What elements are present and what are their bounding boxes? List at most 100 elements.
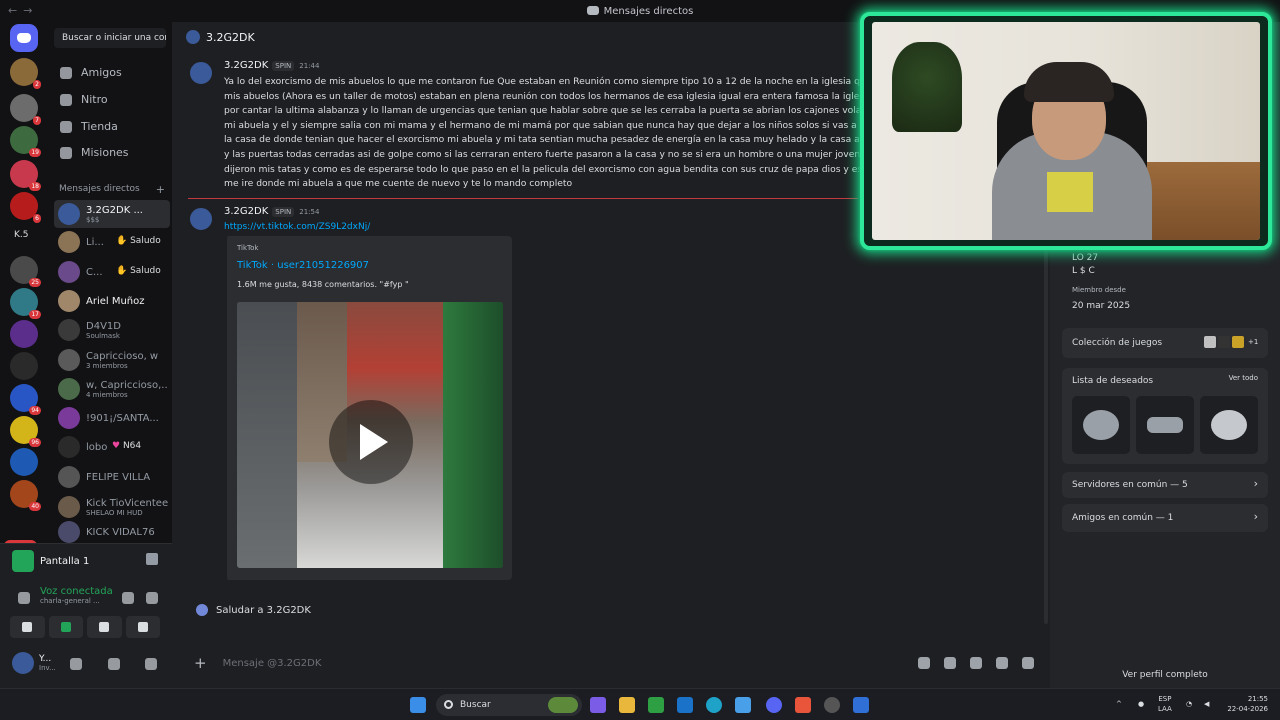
search-button[interactable]: Buscar o iniciar una con... (54, 28, 166, 48)
server-icon[interactable]: 17 (10, 288, 41, 319)
brave-icon[interactable] (795, 697, 811, 713)
see-all-link[interactable]: Ver todo (1229, 374, 1258, 382)
folder-icon[interactable] (619, 697, 635, 713)
view-full-profile[interactable]: Ver perfil completo (1050, 670, 1280, 680)
wifi-icon[interactable]: ◔ (1186, 699, 1192, 709)
add-dm-icon[interactable]: + (156, 183, 165, 196)
server-icon[interactable]: 19 (10, 126, 41, 157)
mutual-friends[interactable]: Amigos en común — 1 › (1062, 504, 1268, 532)
nav-shop[interactable]: Tienda (60, 120, 118, 133)
signal-icon[interactable] (18, 592, 30, 604)
microphone-icon[interactable] (70, 658, 82, 670)
copilot-icon[interactable] (590, 697, 606, 713)
server-icon[interactable]: 7 (10, 94, 41, 125)
edge-icon[interactable] (706, 697, 722, 713)
server-icon[interactable]: 6 (10, 192, 41, 223)
disconnect-icon[interactable] (146, 592, 158, 604)
dm-item[interactable]: lobo ♥ N64 (54, 433, 170, 461)
message-input[interactable]: Mensaje @3.2G2DK (223, 658, 322, 669)
app-icon[interactable] (735, 697, 751, 713)
chevron-up-icon[interactable]: ^ (1116, 699, 1122, 709)
dm-item[interactable]: Capriccioso, w3 miembros (54, 346, 170, 374)
server-icon[interactable] (10, 448, 38, 476)
headphones-icon[interactable] (108, 658, 120, 670)
camera-button[interactable] (10, 616, 45, 638)
wishlist-item[interactable] (1136, 396, 1194, 454)
game-icon (1218, 336, 1230, 348)
server-icon[interactable]: 40 (10, 480, 41, 511)
server-label[interactable]: K.5 (14, 230, 29, 240)
dm-item[interactable]: !901¡/SANTA... (54, 404, 170, 432)
avatar (58, 349, 80, 371)
wishlist-item[interactable] (1200, 396, 1258, 454)
chevron-right-icon: › (1253, 510, 1258, 523)
windows-start-icon[interactable] (410, 697, 426, 713)
clock[interactable]: 21:55 22-04-2026 (1222, 694, 1268, 714)
current-user[interactable]: Y... Inv... (12, 652, 56, 674)
discord-taskbar-icon[interactable] (766, 697, 782, 713)
dm-item[interactable]: C... ✋ Saludo (54, 258, 170, 286)
share-screen-button[interactable] (48, 616, 83, 638)
attach-plus-icon[interactable]: + (194, 654, 207, 672)
wishlist-item[interactable] (1072, 396, 1130, 454)
wave-button[interactable]: ✋ Saludo (116, 236, 161, 246)
avatar[interactable] (188, 60, 214, 86)
shop-icon (60, 120, 72, 133)
gift-icon[interactable] (918, 657, 930, 669)
dm-item[interactable]: w, Capriccioso,... 4 miembros (54, 375, 170, 403)
widget-icon[interactable] (548, 697, 578, 713)
sticker-icon[interactable] (970, 657, 982, 669)
activities-button[interactable] (87, 616, 122, 638)
soundboard-button[interactable] (125, 616, 160, 638)
dm-item[interactable]: 3.2G2DK ... $$$ (54, 200, 170, 228)
message-link[interactable]: https://vt.tiktok.com/ZS9L2dxNj/ (224, 222, 370, 232)
play-icon[interactable] (329, 400, 413, 484)
avatar (58, 496, 80, 518)
apps-icon[interactable] (1022, 657, 1034, 669)
store-icon[interactable] (648, 697, 664, 713)
gear-icon[interactable] (145, 658, 157, 670)
nav-quests[interactable]: Misiones (60, 146, 129, 159)
server-icon[interactable]: 25 (10, 256, 41, 287)
video-thumbnail[interactable] (237, 302, 503, 568)
outlook-icon[interactable] (677, 697, 693, 713)
nav-friends[interactable]: Amigos (60, 66, 122, 79)
app-icon[interactable] (853, 697, 869, 713)
steam-icon[interactable] (824, 697, 840, 713)
screen-share-row[interactable]: Pantalla 1 (12, 550, 158, 572)
volume-icon[interactable]: ◀ (1204, 699, 1209, 709)
noise-suppression-icon[interactable] (122, 592, 134, 604)
avatar[interactable] (188, 206, 214, 232)
emoji-icon[interactable] (996, 657, 1008, 669)
activities-icon (99, 622, 110, 632)
server-icon[interactable] (10, 352, 38, 380)
voice-connected[interactable]: Voz conectada charla-general ... (40, 586, 113, 605)
home-button[interactable] (10, 24, 38, 52)
server-icon[interactable]: 2 (10, 58, 41, 89)
mutual-servers[interactable]: Servidores en común — 5 › (1062, 472, 1268, 498)
stop-stream-icon[interactable] (146, 553, 158, 565)
gif-icon[interactable] (944, 657, 956, 669)
language-indicator[interactable]: ESP LAA (1158, 694, 1172, 714)
wave-button[interactable]: ✋ Saludo (116, 266, 161, 276)
clan-tag: SPIN (272, 207, 295, 217)
wave-prompt[interactable]: Saludar a 3.2G2DK (196, 604, 311, 616)
server-icon[interactable]: 94 (10, 384, 41, 415)
dm-item[interactable]: D4V1D Soulmask (54, 316, 170, 344)
link-embed: TikTok TikTok · user21051226907 1.6M me … (224, 236, 512, 580)
server-icon[interactable]: 96 (10, 416, 41, 447)
server-icon[interactable] (10, 320, 38, 348)
message-text: Ya lo del exorcismo de mis abuelos lo qu… (224, 76, 864, 190)
nav-nitro[interactable]: Nitro (60, 93, 108, 106)
dm-item[interactable]: Li... ✋ Saludo (54, 228, 170, 256)
embed-title[interactable]: TikTok · user21051226907 (237, 260, 369, 271)
dm-item[interactable]: Ariel Muñoz (54, 287, 170, 315)
microphone-icon[interactable]: ● (1138, 699, 1144, 709)
dm-item[interactable]: KICK VIDAL76 (54, 518, 170, 546)
dm-item[interactable]: FELIPE VILLA (54, 463, 170, 491)
game-collection[interactable]: Colección de juegos +1 (1062, 328, 1268, 358)
server-icon[interactable]: 18 (10, 160, 41, 191)
avatar (58, 290, 80, 312)
friends-icon (60, 66, 72, 79)
dm-item[interactable]: Kick TioVicentee SHELAO MI HUD (54, 493, 170, 521)
